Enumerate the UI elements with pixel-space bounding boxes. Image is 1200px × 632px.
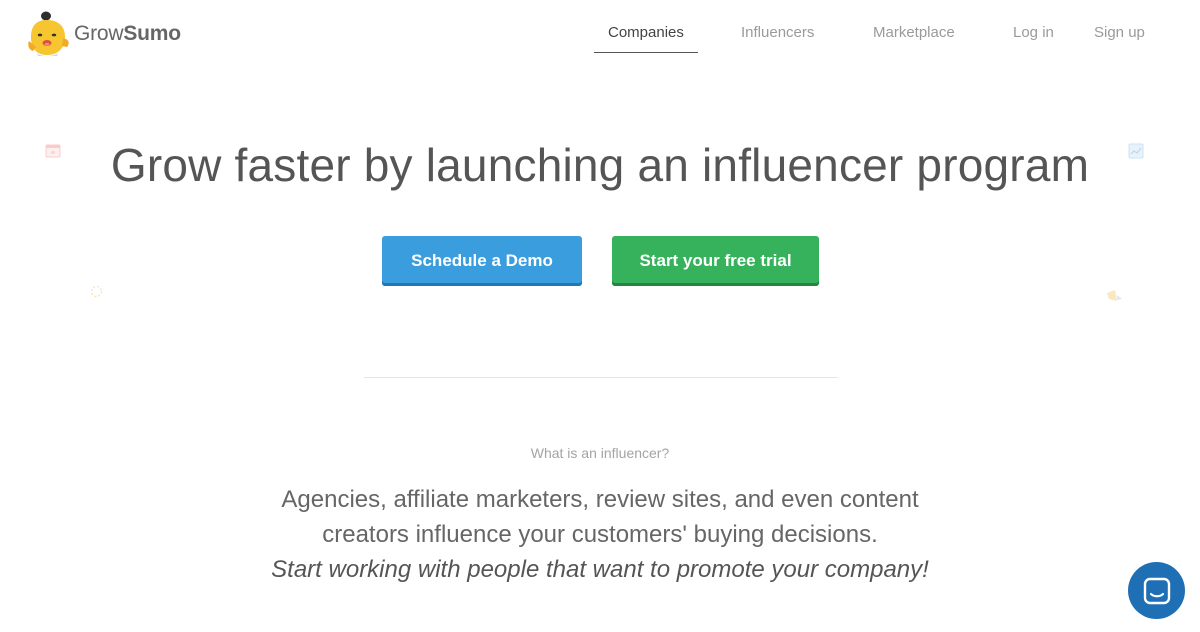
nav-login[interactable]: Log in <box>1013 24 1054 41</box>
start-free-trial-button[interactable]: Start your free trial <box>612 236 819 286</box>
nav-influencers[interactable]: Influencers <box>741 24 814 41</box>
schedule-demo-button[interactable]: Schedule a Demo <box>382 236 582 286</box>
section-divider <box>364 377 838 378</box>
nav-companies[interactable]: Companies <box>608 24 684 41</box>
description-tagline: Start working with people that want to p… <box>271 556 929 583</box>
nav-active-underline <box>594 52 698 53</box>
page: GrowSumo Companies Influencers Marketpla… <box>0 0 1200 632</box>
description-line-2: creators influence your customers' buyin… <box>322 521 878 548</box>
nav-signup[interactable]: Sign up <box>1094 24 1145 41</box>
influencer-question: What is an influencer? <box>530 445 670 461</box>
nav-marketplace[interactable]: Marketplace <box>873 24 955 41</box>
main-nav: Companies Influencers Marketplace Log in… <box>0 0 1200 66</box>
megaphone-icon <box>1107 290 1122 301</box>
chat-bubble-icon <box>1143 577 1170 604</box>
target-icon <box>90 285 103 298</box>
hero-title: Grow faster by launching an influencer p… <box>110 139 1090 191</box>
site-header: GrowSumo Companies Influencers Marketpla… <box>0 0 1200 66</box>
chat-launcher-button[interactable] <box>1128 562 1185 619</box>
influencer-description: Agencies, affiliate marketers, review si… <box>0 482 1200 587</box>
description-line-1: Agencies, affiliate marketers, review si… <box>281 486 919 513</box>
